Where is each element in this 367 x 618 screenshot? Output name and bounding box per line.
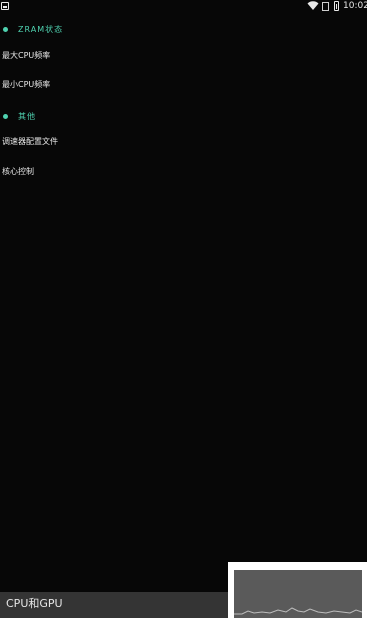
battery-icon <box>334 1 339 11</box>
list-item-max-cpu-freq[interactable]: 最大CPU频率 <box>2 49 50 63</box>
section-label: 其他 <box>18 111 36 121</box>
monitor-widget[interactable] <box>228 562 367 618</box>
tab-cpu-gpu[interactable]: CPU和GPU <box>6 597 63 611</box>
section-dot-icon <box>3 113 8 119</box>
section-dot-icon <box>3 26 8 32</box>
status-bar: 10:02 <box>0 0 367 14</box>
no-sim-icon <box>322 2 329 11</box>
app-screen: 10:02 ZRAM状态 最大CPU频率 最小CPU频率 其他 调速器配置文件 … <box>0 0 367 618</box>
list-item-core-control[interactable]: 核心控制 <box>2 165 34 179</box>
graph-line <box>234 607 363 615</box>
section-header-other: 其他 <box>0 109 36 123</box>
monitor-graph <box>234 570 363 618</box>
clock: 10:02 <box>343 1 367 11</box>
list-item-governor-profile[interactable]: 调速器配置文件 <box>2 135 58 149</box>
section-header-zram: ZRAM状态 <box>0 22 63 36</box>
list-item-min-cpu-freq[interactable]: 最小CPU频率 <box>2 78 50 92</box>
section-label: ZRAM状态 <box>18 24 64 34</box>
app-icon <box>1 2 9 10</box>
wifi-icon <box>307 1 319 10</box>
